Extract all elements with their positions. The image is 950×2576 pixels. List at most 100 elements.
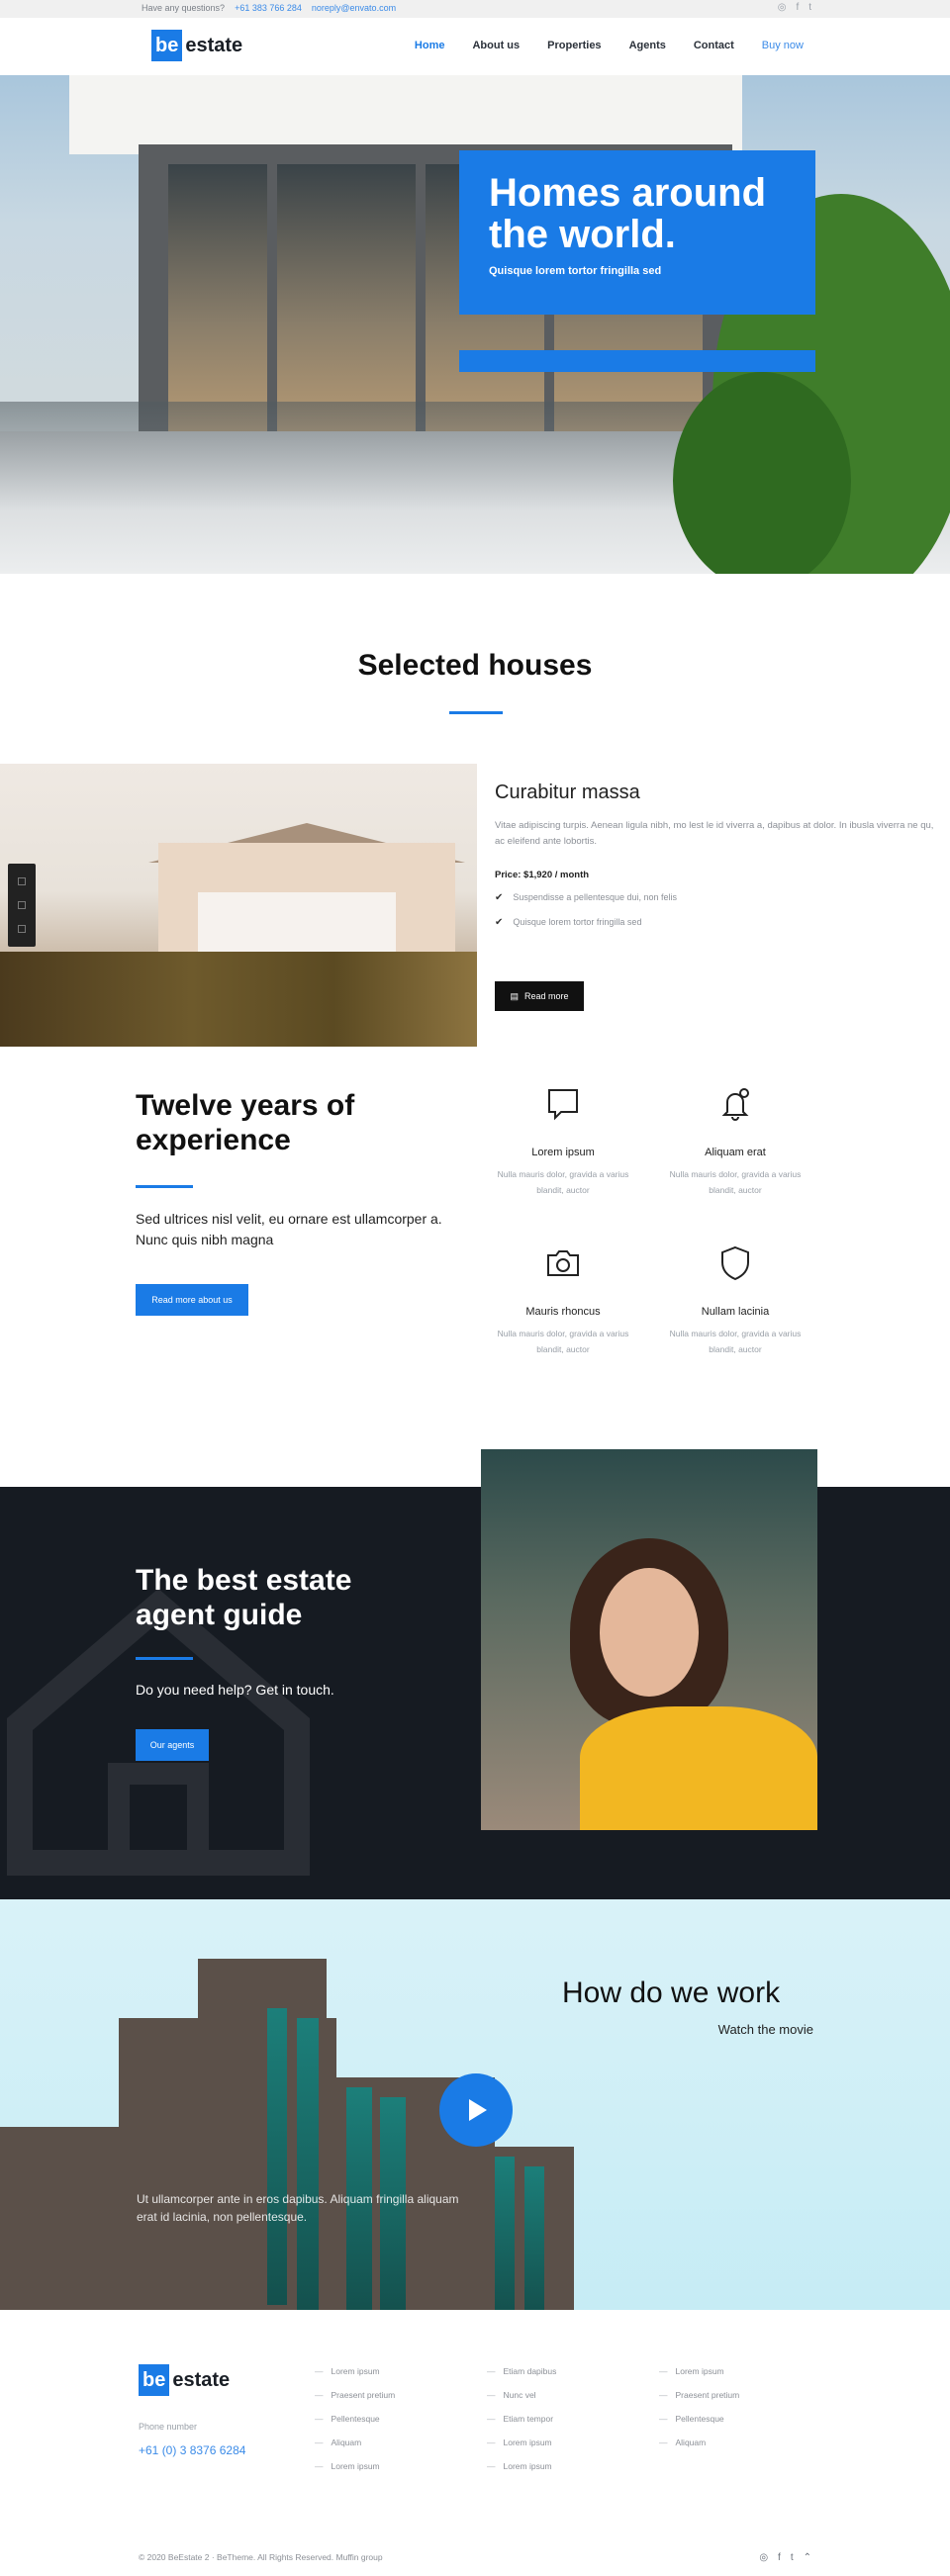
building-glass [267, 2008, 287, 2305]
footer-link[interactable]: — Lorem ipsum [315, 2366, 395, 2376]
slider-dot[interactable] [18, 901, 26, 909]
dash-icon: — [659, 2366, 668, 2376]
footer-social-icons: ◎ f t ⌃ [759, 2552, 811, 2563]
slider-dot[interactable] [18, 877, 26, 885]
footer-link[interactable]: — Praesent pretium [315, 2390, 395, 2400]
footer-column: — Etiam dapibus — Nunc vel — Etiam tempor —… [487, 2366, 556, 2485]
house-price: Price: $1,920 / month [495, 870, 590, 880]
read-more-label: Read more [523, 991, 569, 1001]
work-title: How do we work [562, 1977, 781, 2009]
logo[interactable]: be estate [151, 30, 242, 61]
footer-link[interactable]: — Etiam tempor [487, 2414, 556, 2424]
our-agents-button[interactable]: Our agents [136, 1729, 209, 1761]
phone-link[interactable]: +61 383 766 284 [235, 3, 302, 13]
phone-label: Phone number [139, 2422, 198, 2432]
bell-icon [721, 1088, 749, 1121]
dash-icon: — [315, 2438, 324, 2447]
feature-item: Mauris rhoncus Nulla mauris dolor, gravi… [489, 1243, 637, 1357]
dash-icon: — [487, 2438, 496, 2447]
dash-icon: — [315, 2461, 324, 2471]
slider-controls[interactable] [8, 864, 36, 947]
skype-icon[interactable]: ◎ [759, 2552, 768, 2563]
nav-about[interactable]: About us [472, 40, 520, 51]
feature-item: Aliquam erat Nulla mauris dolor, gravida… [661, 1084, 809, 1198]
link-text: Aliquam [331, 2438, 362, 2447]
footer-link[interactable]: — Lorem ipsum [315, 2461, 395, 2471]
feature-text: Nulla mauris dolor, gravida a varius bla… [669, 1169, 802, 1195]
list-item: ✔ Suspendisse a pellentesque dui, non fel… [495, 892, 950, 903]
nav-home[interactable]: Home [415, 40, 445, 51]
hero-headline: Homes around the world. [489, 171, 767, 256]
feature-item: Nullam lacinia Nulla mauris dolor, gravi… [661, 1243, 809, 1357]
facebook-icon[interactable]: f [796, 2, 799, 13]
feature-text: Nulla mauris dolor, gravida a varius bla… [669, 1329, 802, 1354]
footer-phone[interactable]: +61 (0) 3 8376 6284 [139, 2443, 245, 2457]
top-bar: Have any questions? +61 383 766 284 nore… [0, 0, 950, 18]
facebook-icon[interactable]: f [778, 2552, 781, 2563]
link-text: Lorem ipsum [675, 2366, 724, 2376]
feature-text: Suspendisse a pellentesque dui, non feli… [513, 892, 678, 902]
play-icon [469, 2099, 487, 2121]
feature-name: Mauris rhoncus [525, 1306, 601, 1318]
footer-link[interactable]: — Lorem ipsum [659, 2366, 739, 2376]
footer-link[interactable]: — Aliquam [659, 2438, 739, 2447]
footer-link[interactable]: — Nunc vel [487, 2390, 556, 2400]
logo-box: be [151, 30, 183, 61]
hero-subline: Quisque lorem tortor fringilla sed [489, 265, 662, 277]
agent-text: Do you need help? Get in touch. [136, 1682, 334, 1698]
twitter-icon[interactable]: t [791, 2552, 794, 2563]
nav-properties[interactable]: Properties [547, 40, 601, 51]
link-text: Nunc vel [503, 2390, 536, 2400]
house-details: Curabitur massa Vitae adipiscing turpis.… [495, 782, 950, 942]
site-header: be estate Home About us Properties Agent… [0, 18, 950, 75]
shield-icon [721, 1245, 749, 1281]
footer-link[interactable]: — Etiam dapibus [487, 2366, 556, 2376]
link-text: Lorem ipsum [331, 2366, 380, 2376]
email-link[interactable]: noreply@envato.com [312, 3, 396, 13]
link-text: Lorem ipsum [503, 2438, 552, 2447]
dash-icon: — [487, 2461, 496, 2471]
hero-window [168, 164, 267, 431]
slider-dot[interactable] [18, 925, 26, 933]
footer-link[interactable]: — Pellentesque [659, 2414, 739, 2424]
title-underline [449, 711, 503, 714]
chat-icon [548, 1089, 578, 1121]
house-description: Vitae adipiscing turpis. Aenean ligula n… [495, 820, 934, 847]
read-more-button[interactable]: ▤ Read more [495, 981, 584, 1011]
skype-icon[interactable]: ◎ [778, 2, 787, 13]
dash-icon: — [659, 2414, 668, 2424]
agent-title: The best estate agent guide [136, 1564, 352, 1631]
feature-item: Lorem ipsum Nulla mauris dolor, gravida … [489, 1084, 637, 1198]
about-us-button[interactable]: Read more about us [136, 1284, 248, 1316]
contact-info: Have any questions? +61 383 766 284 nore… [142, 3, 396, 13]
agent-underline [136, 1657, 193, 1660]
footer-link[interactable]: — Lorem ipsum [487, 2461, 556, 2471]
nav-contact[interactable]: Contact [694, 40, 734, 51]
camera-icon [547, 1250, 579, 1276]
scroll-top-icon[interactable]: ⌃ [804, 2552, 811, 2563]
logo-word: estate [185, 34, 243, 56]
house-feature-list: ✔ Suspendisse a pellentesque dui, non fel… [495, 892, 950, 928]
footer-logo[interactable]: be estate [139, 2364, 230, 2396]
link-text: Praesent pretium [675, 2390, 740, 2400]
experience-underline [136, 1185, 193, 1188]
copyright: © 2020 BeEstate 2 · BeTheme. All Rights … [139, 2552, 383, 2562]
building-glass [495, 2157, 515, 2310]
check-icon: ✔ [495, 917, 504, 928]
twitter-icon[interactable]: t [808, 2, 811, 13]
dash-icon: — [487, 2366, 496, 2376]
nav-agents[interactable]: Agents [629, 40, 666, 51]
footer-link[interactable]: — Lorem ipsum [487, 2438, 556, 2447]
building-glass [297, 2018, 319, 2310]
footer-link[interactable]: — Praesent pretium [659, 2390, 739, 2400]
footer-link[interactable]: — Pellentesque [315, 2414, 395, 2424]
agent-shirt [580, 1706, 817, 1830]
hero-accent-strip [459, 350, 815, 372]
play-video-button[interactable] [439, 2073, 513, 2147]
main-nav: Home About us Properties Agents Contact … [415, 40, 804, 51]
nav-buy-now[interactable]: Buy now [762, 40, 804, 51]
building-crown [198, 1959, 327, 2018]
dash-icon: — [659, 2390, 668, 2400]
hero-plant [673, 372, 851, 574]
footer-link[interactable]: — Aliquam [315, 2438, 395, 2447]
